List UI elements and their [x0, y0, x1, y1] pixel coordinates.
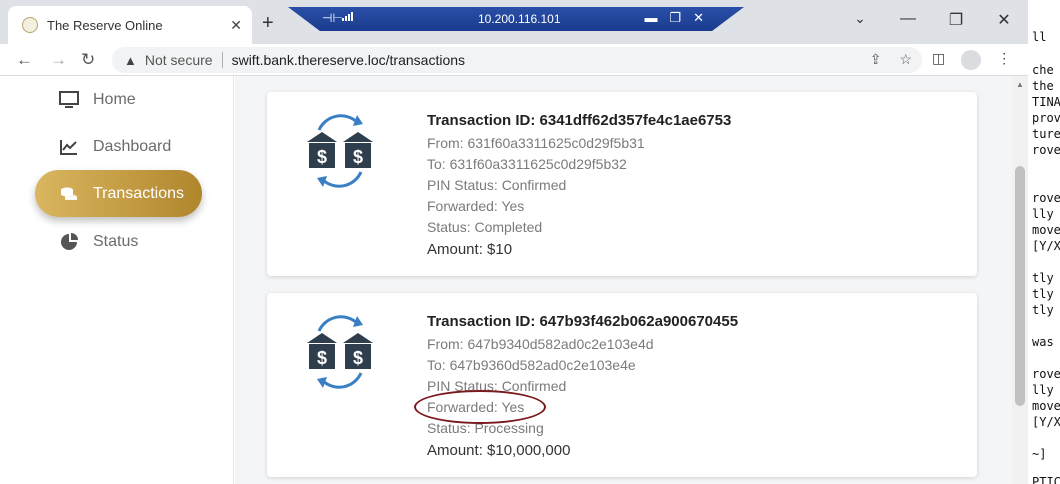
transaction-amount: Amount: $10: [427, 241, 513, 258]
transaction-to: To: 631f60a3311625c0d29f5b32: [427, 156, 627, 172]
tab-search-chevron-icon[interactable]: ⌄: [836, 10, 884, 30]
forward-arrow-icon[interactable]: →: [50, 50, 67, 70]
terminal-line: PTIC: [1032, 475, 1060, 484]
terminal-line: tly: [1032, 287, 1054, 301]
rdp-ip-address: 10.200.116.101: [478, 12, 561, 26]
signal-strength-icon: [342, 12, 353, 21]
not-secure-label[interactable]: Not secure: [145, 52, 213, 68]
terminal-line: che: [1032, 63, 1054, 77]
rdp-close-icon[interactable]: ✕: [693, 10, 704, 26]
transaction-from: From: 647b9340d582ad0c2e103e4d: [427, 336, 654, 352]
sidebar-item-label: Dashboard: [93, 137, 172, 155]
site-favicon-icon: [22, 17, 38, 33]
transaction-card: $ $ Transaction ID: 647b93f462b062a90067…: [267, 293, 977, 477]
rdp-connection-bar: ⊣⊢ 10.200.116.101 ▬ ❐ ✕: [288, 7, 744, 31]
side-panel-icon[interactable]: ◫: [932, 50, 945, 70]
window-minimize-icon[interactable]: —: [884, 10, 932, 30]
share-icon[interactable]: ⇪: [870, 51, 882, 68]
transaction-pin-status: PIN Status: Confirmed: [427, 177, 567, 193]
sidebar-item-label: Home: [93, 90, 136, 108]
transaction-status: Status: Completed: [427, 219, 543, 235]
browser-tab-bar: The Reserve Online ✕ + ⊣⊢ 10.200.116.101…: [0, 0, 1028, 44]
transaction-id: Transaction ID: 6341dff62d357fe4c1ae6753: [427, 112, 732, 129]
pin-icon[interactable]: ⊣⊢: [322, 11, 343, 25]
new-tab-button[interactable]: +: [262, 12, 274, 35]
terminal-line: rove: [1032, 143, 1060, 157]
svg-text:$: $: [317, 348, 327, 368]
page-scrollbar[interactable]: ▲: [1012, 76, 1028, 484]
sidebar: Home Dashboard Transactions Status: [0, 76, 234, 484]
bank-transfer-icon: $ $: [305, 311, 375, 391]
terminal-line: lly: [1032, 383, 1054, 397]
transaction-from: From: 631f60a3311625c0d29f5b31: [427, 135, 645, 151]
annotation-circle: [414, 390, 546, 424]
terminal-line: rove: [1032, 191, 1060, 205]
terminal-line: lly: [1032, 207, 1054, 221]
window-close-icon[interactable]: ✕: [980, 10, 1028, 30]
rdp-minimize-icon[interactable]: ▬: [644, 10, 657, 26]
terminal-line: rove: [1032, 367, 1060, 381]
transaction-id: Transaction ID: 647b93f462b062a900670455: [427, 313, 739, 330]
bookmark-star-icon[interactable]: ☆: [899, 51, 912, 68]
monitor-icon: [59, 90, 79, 109]
svg-text:$: $: [317, 147, 327, 167]
window-maximize-icon[interactable]: ❐: [932, 10, 980, 30]
sidebar-item-dashboard[interactable]: Dashboard: [35, 123, 202, 170]
terminal-line: tly: [1032, 303, 1054, 317]
terminal-line: move: [1032, 399, 1060, 413]
transaction-amount: Amount: $10,000,000: [427, 442, 571, 459]
tab-close-icon[interactable]: ✕: [230, 17, 242, 34]
url-text[interactable]: swift.bank.thereserve.loc/transactions: [232, 52, 465, 68]
scroll-up-arrow-icon[interactable]: ▲: [1016, 80, 1024, 89]
tab-title: The Reserve Online: [47, 17, 163, 33]
terminal-window-edge: ll che the TINA prov ture rove rove lly …: [1028, 0, 1060, 484]
terminal-line: ll: [1032, 30, 1047, 44]
terminal-line: [Y/X: [1032, 415, 1060, 429]
more-menu-icon[interactable]: ⋮: [997, 50, 1011, 70]
pie-chart-icon: [59, 232, 79, 251]
terminal-line: ~]: [1032, 447, 1047, 461]
transactions-list[interactable]: $ $ Transaction ID: 6341dff62d357fe4c1ae…: [235, 76, 1012, 484]
bank-transfer-icon: $ $: [305, 110, 375, 190]
rdp-restore-icon[interactable]: ❐: [669, 10, 681, 26]
address-divider: [221, 52, 223, 68]
terminal-line: was: [1032, 335, 1054, 349]
terminal-line: [Y/X: [1032, 239, 1060, 253]
transaction-to: To: 647b9360d582ad0c2e103e4e: [427, 357, 636, 373]
profile-avatar-icon[interactable]: [961, 50, 982, 70]
warning-triangle-icon[interactable]: ▲: [124, 53, 137, 68]
terminal-line: ture: [1032, 127, 1060, 141]
terminal-line: TINA: [1032, 95, 1060, 109]
browser-toolbar: ← → ↻ ▲ Not secure swift.bank.thereserve…: [0, 44, 1028, 76]
terminal-line: the: [1032, 79, 1054, 93]
terminal-line: move: [1032, 223, 1060, 237]
scrollbar-thumb[interactable]: [1015, 166, 1025, 406]
sidebar-item-status[interactable]: Status: [35, 218, 202, 265]
browser-tab[interactable]: The Reserve Online ✕: [8, 6, 252, 44]
reload-icon[interactable]: ↻: [81, 50, 95, 70]
sidebar-item-transactions[interactable]: Transactions: [35, 170, 202, 217]
coins-icon: [59, 185, 79, 203]
terminal-line: prov: [1032, 111, 1060, 125]
transaction-forwarded: Forwarded: Yes: [427, 198, 525, 214]
svg-text:$: $: [353, 348, 363, 368]
sidebar-item-label: Transactions: [93, 184, 184, 202]
sidebar-item-label: Status: [93, 232, 139, 250]
back-arrow-icon[interactable]: ←: [16, 50, 33, 70]
transaction-card: $ $ Transaction ID: 6341dff62d357fe4c1ae…: [267, 92, 977, 276]
svg-text:$: $: [353, 147, 363, 167]
sidebar-item-home[interactable]: Home: [35, 76, 202, 123]
address-bar[interactable]: ▲ Not secure swift.bank.thereserve.loc/t…: [112, 47, 922, 73]
terminal-line: tly: [1032, 271, 1054, 285]
chart-line-icon: [59, 139, 79, 155]
